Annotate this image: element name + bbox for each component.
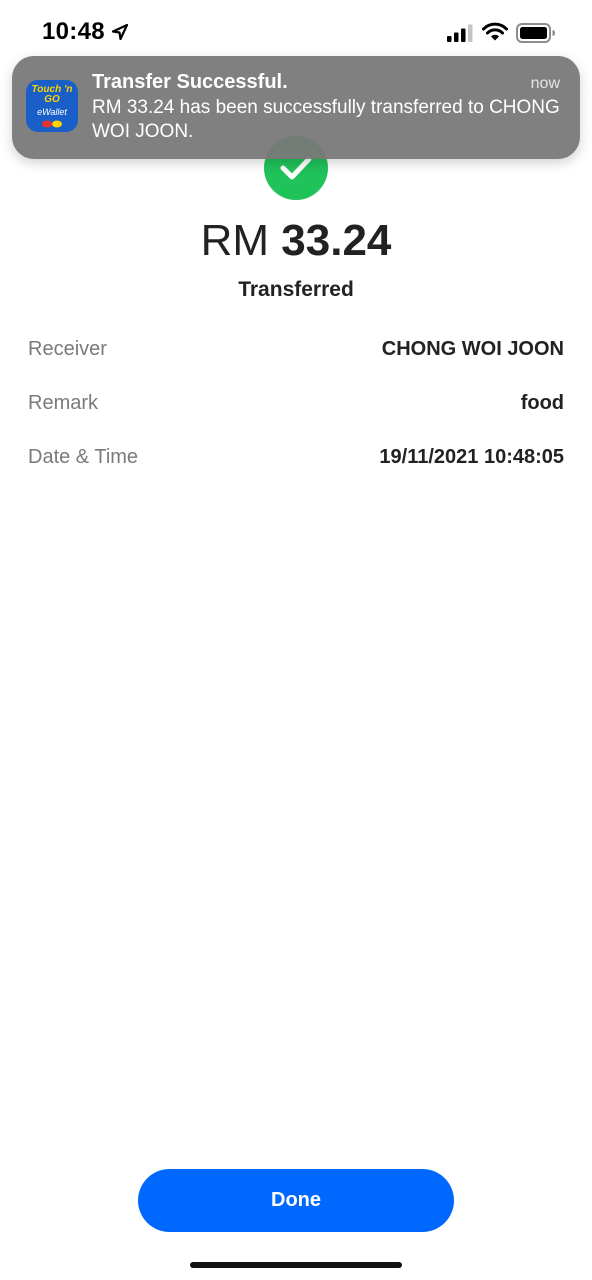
location-arrow-icon <box>111 23 129 41</box>
amount-value: 33.24 <box>281 216 392 265</box>
detail-label: Remark <box>28 392 99 414</box>
app-icon-brand: Touch 'n GO <box>31 84 73 105</box>
notification-title: Transfer Successful. <box>92 71 288 93</box>
transfer-amount: RM 33.24 <box>0 216 592 266</box>
notification-time: now <box>530 75 560 92</box>
status-bar: 10:48 <box>0 0 592 60</box>
home-indicator[interactable] <box>190 1262 402 1268</box>
push-notification[interactable]: Touch 'n GO eWallet Transfer Successful.… <box>12 56 580 159</box>
detail-value: CHONG WOI JOON <box>381 338 564 360</box>
amount-currency: RM <box>200 216 270 265</box>
done-button[interactable]: Done <box>138 1169 454 1232</box>
detail-row-receiver: Receiver CHONG WOI JOON <box>28 338 564 368</box>
battery-icon <box>516 23 555 43</box>
tng-ewallet-app-icon: Touch 'n GO eWallet <box>26 80 78 132</box>
detail-value: food <box>520 392 564 414</box>
detail-value: 19/11/2021 10:48:05 <box>379 446 564 468</box>
detail-label: Date & Time <box>28 446 139 468</box>
cellular-signal-icon <box>447 24 473 42</box>
detail-row-date-time: Date & Time 19/11/2021 10:48:05 <box>28 446 564 476</box>
detail-row-remark: Remark food <box>28 392 564 422</box>
status-time: 10:48 <box>42 18 105 45</box>
app-icon-drops <box>42 120 62 128</box>
detail-label: Receiver <box>28 338 107 360</box>
notification-body: RM 33.24 has been successfully transferr… <box>92 97 560 142</box>
app-icon-subtitle: eWallet <box>37 107 67 117</box>
wifi-icon <box>482 22 508 41</box>
transfer-status: Transferred <box>238 278 354 301</box>
